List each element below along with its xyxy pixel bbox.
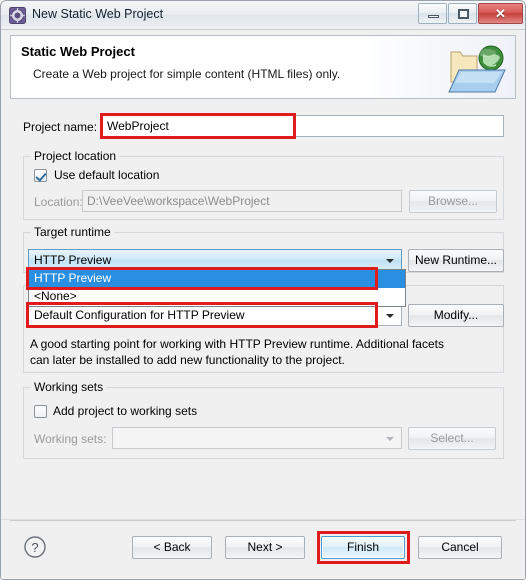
target-runtime-combo-value: HTTP Preview bbox=[34, 253, 112, 267]
new-static-web-project-dialog: New Static Web Project ✕ Static Web Proj… bbox=[0, 0, 526, 580]
target-runtime-combo[interactable]: HTTP Preview bbox=[28, 249, 402, 271]
browse-button: Browse... bbox=[409, 190, 497, 213]
location-input: D:\VeeVee\workspace\WebProject bbox=[82, 190, 402, 212]
eclipse-wizard-icon bbox=[9, 7, 26, 24]
window-title: New Static Web Project bbox=[32, 7, 164, 21]
svg-text:?: ? bbox=[31, 540, 38, 555]
new-runtime-button[interactable]: New Runtime... bbox=[408, 249, 504, 272]
close-icon: ✕ bbox=[495, 6, 506, 21]
next-button[interactable]: Next > bbox=[225, 536, 305, 559]
dropdown-option-none[interactable]: <None> bbox=[29, 288, 405, 306]
page-description: Create a Web project for simple content … bbox=[33, 67, 341, 81]
maximize-button[interactable] bbox=[448, 3, 477, 24]
page-title: Static Web Project bbox=[21, 44, 135, 59]
target-runtime-dropdown-list[interactable]: HTTP Preview <None> bbox=[28, 269, 406, 307]
chevron-down-icon bbox=[386, 314, 394, 318]
working-sets-label: Working sets: bbox=[34, 432, 107, 446]
web-project-folder-globe-icon bbox=[448, 45, 506, 93]
finish-button[interactable]: Finish bbox=[321, 536, 405, 559]
footer-divider bbox=[10, 520, 516, 521]
window-controls: ✕ bbox=[417, 3, 523, 25]
wizard-header: Static Web Project Create a Web project … bbox=[10, 35, 516, 99]
dialog-body: Project name: WebProject Project locatio… bbox=[1, 99, 525, 519]
project-location-group-label: Project location bbox=[31, 149, 120, 163]
help-question-icon[interactable]: ? bbox=[23, 535, 47, 559]
close-button[interactable]: ✕ bbox=[478, 3, 523, 24]
configuration-description: A good starting point for working with H… bbox=[30, 337, 444, 367]
dropdown-option-http-preview[interactable]: HTTP Preview bbox=[29, 270, 405, 288]
configuration-combo[interactable]: Default Configuration for HTTP Preview bbox=[28, 304, 402, 326]
chevron-down-icon bbox=[386, 437, 394, 441]
project-name-label: Project name: bbox=[23, 120, 98, 134]
location-label: Location: bbox=[34, 195, 83, 209]
add-project-to-working-sets-label: Add project to working sets bbox=[53, 404, 198, 418]
project-name-input[interactable]: WebProject bbox=[102, 115, 504, 137]
target-runtime-group-label: Target runtime bbox=[31, 225, 114, 239]
select-working-sets-button: Select... bbox=[408, 427, 496, 450]
working-sets-combo bbox=[112, 427, 402, 449]
use-default-location-checkbox[interactable] bbox=[34, 169, 47, 182]
title-bar: New Static Web Project ✕ bbox=[1, 1, 525, 30]
maximize-icon bbox=[458, 9, 469, 19]
back-button[interactable]: < Back bbox=[132, 536, 212, 559]
use-default-location-label: Use default location bbox=[54, 168, 160, 182]
cancel-button[interactable]: Cancel bbox=[418, 536, 502, 559]
working-sets-group-label: Working sets bbox=[31, 380, 107, 394]
modify-button[interactable]: Modify... bbox=[408, 304, 504, 327]
add-project-to-working-sets-checkbox[interactable] bbox=[34, 405, 47, 418]
chevron-down-icon bbox=[386, 259, 394, 263]
minimize-icon bbox=[428, 15, 439, 18]
configuration-combo-value: Default Configuration for HTTP Preview bbox=[34, 308, 245, 322]
minimize-button[interactable] bbox=[418, 3, 447, 24]
